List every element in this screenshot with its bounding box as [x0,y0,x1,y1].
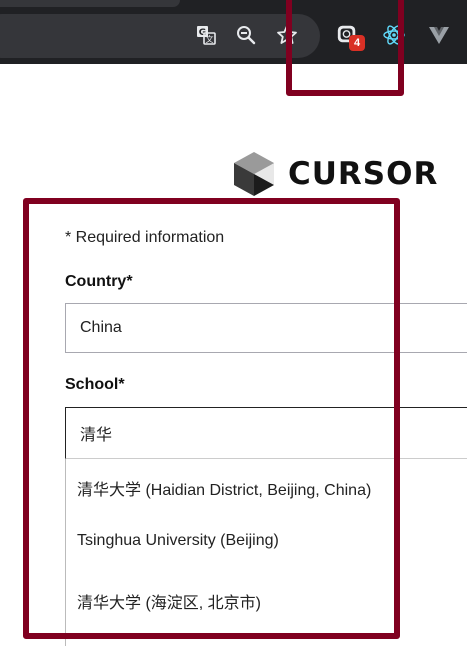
address-bar[interactable] [0,14,320,58]
cursor-logo: CURSOR [232,150,438,198]
cursor-cube-icon [234,152,274,196]
translate-icon[interactable]: G 文 [195,24,217,46]
logo-wordmark: CURSOR [288,156,439,192]
active-tab-edge[interactable] [0,0,180,7]
form-highlight-box [23,198,400,639]
zoom-out-icon[interactable] [235,24,257,46]
extension-highlight-box [286,0,404,96]
vue-devtools-icon[interactable] [428,24,450,46]
svg-text:文: 文 [206,34,214,44]
